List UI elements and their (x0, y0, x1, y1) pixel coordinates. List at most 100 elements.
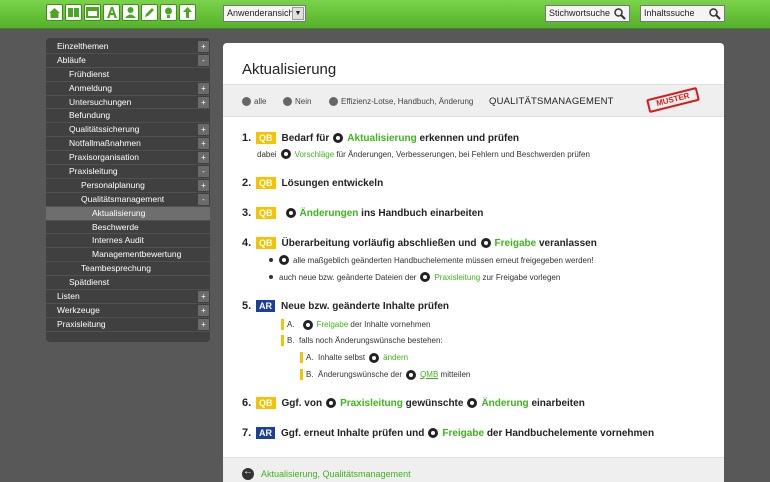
sidebar-item-label: Anmeldung (69, 82, 113, 93)
back-arrow-icon[interactable] (242, 466, 254, 480)
sidebar-item-label: Praxisleitung (57, 318, 106, 329)
sidebar-item[interactable]: Anmeldung + (46, 82, 210, 96)
step-1-note: dabei Vorschläge für Änderungen, Verbess… (257, 149, 590, 159)
step-link[interactable]: Praxisleitung (340, 398, 403, 409)
expand-toggle[interactable]: + (198, 318, 209, 330)
step-number: 5. (242, 300, 252, 312)
note-link[interactable]: Vorschläge (295, 150, 335, 159)
collapse-toggle[interactable]: - (198, 193, 209, 205)
sidebar-item-label: Praxisleitung (69, 166, 118, 177)
sidebar-item[interactable]: Beschwerde (46, 221, 210, 235)
view-select[interactable]: Anwenderansicht ▼ (223, 5, 306, 22)
text-a-icon[interactable] (103, 4, 120, 21)
sidebar-item[interactable]: Personalplanung + (46, 179, 210, 193)
link-arrow-icon (480, 238, 491, 248)
step-text: der Handbuchelemente vornehmen (486, 427, 655, 439)
keyword-search-input[interactable]: Stichwortsuche (545, 5, 630, 22)
expand-toggle[interactable]: + (198, 291, 209, 303)
upload-icon[interactable] (179, 4, 196, 21)
sub-link[interactable]: QMB (420, 370, 438, 379)
sub-text: der Inhalte vornehmen (350, 320, 431, 329)
link-arrow-icon (369, 352, 380, 363)
link-arrow-icon (333, 133, 344, 143)
chevron-down-icon[interactable]: ▼ (292, 7, 304, 20)
sidebar-item[interactable]: Befundung (46, 109, 210, 124)
sub-marker (281, 335, 284, 346)
home-icon[interactable] (46, 4, 63, 21)
step-number: 3. (242, 207, 252, 219)
sidebar-item[interactable]: Einzelthemen + (46, 40, 210, 54)
step-4-bullet-1: alle maßgeblich geänderten Handbucheleme… (269, 255, 594, 265)
sidebar-item-label: Personalplanung (81, 179, 145, 190)
note-text: für Änderungen, Verbesserungen, bei Fehl… (336, 149, 590, 159)
expand-toggle[interactable]: + (198, 179, 209, 191)
expand-toggle[interactable]: + (198, 304, 209, 316)
sidebar-item-label: Einzelthemen (57, 41, 109, 51)
step-text: Ggf. erneut Inhalte prüfen und (281, 427, 425, 439)
sidebar-item[interactable]: Untersuchungen + (46, 96, 210, 110)
role-badge: QB (256, 132, 276, 144)
step-link[interactable]: Änderung (481, 398, 528, 409)
sub-label: A. (287, 320, 295, 329)
sidebar-item[interactable]: Qualitätsmanagement - (46, 193, 210, 207)
sidebar-item[interactable]: Notfallmaßnahmen + (46, 137, 210, 152)
sidebar-item[interactable]: Internes Audit (46, 234, 210, 249)
collapse-toggle[interactable]: - (198, 166, 209, 178)
step-link[interactable]: Änderungen (300, 208, 359, 219)
breadcrumb-link[interactable]: Aktualisierung, Qualitätsmanagement (261, 469, 411, 479)
filter-all-label: alle (254, 97, 267, 106)
search-icon[interactable] (613, 7, 627, 20)
sub-label: B. (306, 370, 314, 379)
sidebar-item-label: Abläufe (57, 54, 86, 65)
role-badge: AR (256, 300, 275, 312)
content-search-placeholder: Inhaltssuche (644, 8, 695, 18)
sidebar-item-active[interactable]: Aktualisierung (46, 206, 210, 221)
book-icon[interactable] (65, 4, 82, 21)
bullet-text: auch neue bzw. geänderte Dateien der (279, 272, 417, 282)
sidebar-item-label: Qualitätsmanagement (81, 193, 165, 204)
sidebar-item[interactable]: Spätdienst (46, 276, 210, 291)
sub-link[interactable]: ändern (383, 353, 408, 362)
sidebar-item[interactable]: Werkzeuge + (46, 304, 210, 318)
filter-no[interactable]: Nein (283, 97, 311, 106)
sidebar-item[interactable]: Praxisleitung + (46, 318, 210, 332)
step-link[interactable]: Freigabe (495, 238, 537, 249)
sidebar-item[interactable]: Teambesprechung (46, 262, 210, 277)
expand-toggle[interactable]: + (198, 152, 209, 164)
sub-text: mitteilen (440, 370, 471, 379)
step-number: 6. (242, 397, 252, 409)
sidebar-item[interactable]: Listen + (46, 290, 210, 304)
sidebar-item[interactable]: Managementbewertung (46, 248, 210, 263)
expand-toggle[interactable]: + (198, 124, 209, 136)
expand-toggle[interactable]: + (198, 138, 209, 150)
search-icon[interactable] (708, 7, 722, 20)
expand-toggle[interactable]: + (198, 41, 209, 52)
step-link[interactable]: Freigabe (442, 428, 484, 439)
bullet-text: zur Freigabe vorlegen (482, 272, 561, 282)
step-1: 1. QB Bedarf für Aktualisierung erkennen… (242, 132, 519, 144)
step-text: Lösungen entwickeln (281, 177, 384, 189)
expand-toggle[interactable]: + (198, 82, 209, 94)
sidebar-item[interactable]: Praxisleitung - (46, 165, 210, 179)
expand-toggle[interactable]: + (198, 96, 209, 108)
sidebar-item[interactable]: Qualitätssicherung + (46, 123, 210, 138)
sub-text: Änderungswünsche der (318, 370, 403, 379)
content-search-input[interactable]: Inhaltssuche (640, 5, 725, 22)
filter-all[interactable]: alle (242, 97, 266, 106)
bullet-link[interactable]: Praxisleitung (434, 273, 480, 282)
sidebar-item[interactable]: Abläufe - (46, 54, 210, 68)
bulb-icon[interactable] (160, 4, 177, 21)
window-icon[interactable] (84, 4, 101, 21)
pencil-icon[interactable] (141, 4, 158, 21)
sidebar-item[interactable]: Frühdienst (46, 68, 210, 82)
step-2: 2. QB Lösungen entwickeln (242, 177, 383, 189)
filter-tags[interactable]: Effizienz-Lotse, Handbuch, Änderung (329, 97, 473, 106)
sub-link[interactable]: Freigabe (317, 320, 349, 329)
sub-marker (281, 319, 284, 330)
step-link[interactable]: Aktualisierung (347, 133, 416, 144)
user-icon[interactable] (122, 4, 139, 21)
collapse-toggle[interactable]: - (198, 54, 209, 66)
sidebar-item[interactable]: Praxisorganisation + (46, 151, 210, 166)
sub-text: falls noch Änderungswünsche bestehen: (299, 336, 443, 345)
step-text: erkennen und prüfen (419, 132, 519, 144)
